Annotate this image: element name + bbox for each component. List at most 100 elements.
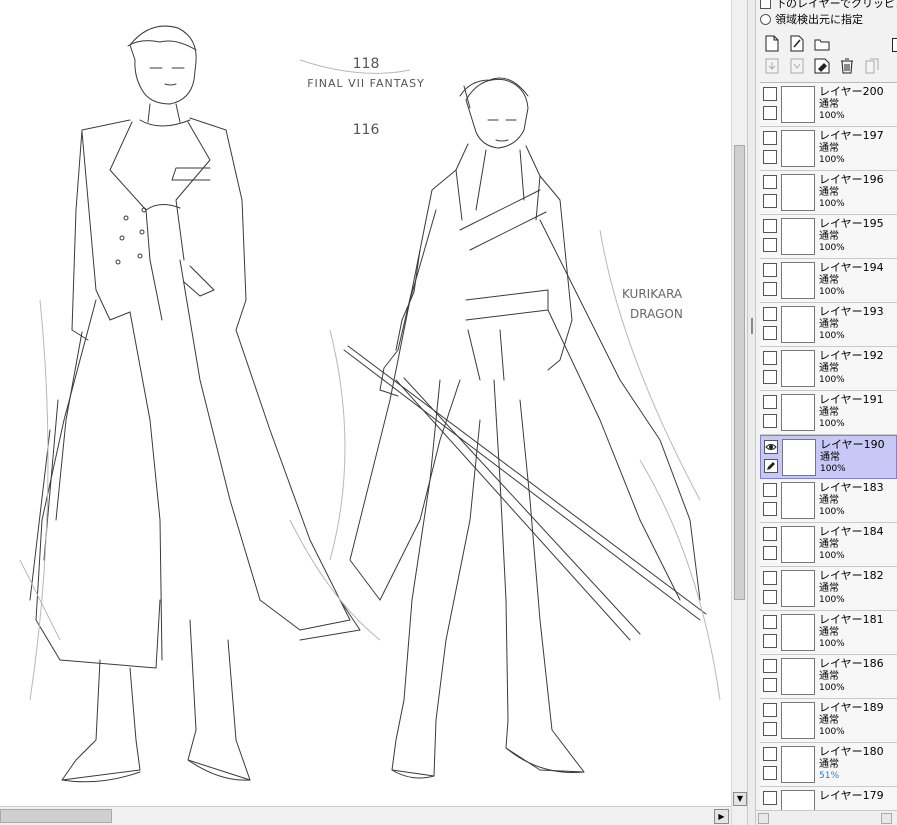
layer-thumbnail xyxy=(781,262,815,299)
layer-name: レイヤー179 xyxy=(819,789,884,802)
edit-toggle[interactable] xyxy=(763,634,777,648)
layer-name: レイヤー196 xyxy=(819,173,884,186)
visibility-toggle[interactable] xyxy=(763,131,777,145)
layer-blend-mode: 通常 xyxy=(819,99,839,110)
scroll-left-icon[interactable] xyxy=(758,813,769,824)
edit-toggle[interactable] xyxy=(763,678,777,692)
layer-row[interactable]: レイヤー189 通常 100% xyxy=(760,699,897,743)
visibility-toggle[interactable] xyxy=(763,483,777,497)
layer-row[interactable]: レイヤー194 通常 100% xyxy=(760,259,897,303)
canvas-vertical-scrollbar[interactable]: ▼ xyxy=(731,0,747,825)
edit-toggle[interactable] xyxy=(763,282,777,296)
visibility-toggle[interactable] xyxy=(763,791,777,805)
scroll-right-icon[interactable]: ▶ xyxy=(714,809,729,824)
layer-row[interactable]: レイヤー197 通常 100% xyxy=(760,127,897,171)
visibility-toggle[interactable] xyxy=(763,263,777,277)
layer-thumbnail xyxy=(781,658,815,695)
visibility-toggle[interactable] xyxy=(763,351,777,365)
edit-toggle[interactable] xyxy=(763,150,777,164)
visibility-toggle[interactable] xyxy=(763,615,777,629)
edit-toggle[interactable] xyxy=(763,370,777,384)
visibility-toggle[interactable] xyxy=(763,659,777,673)
edit-toggle[interactable] xyxy=(763,502,777,516)
vertical-scroll-thumb[interactable] xyxy=(734,145,745,600)
new-folder-icon[interactable] xyxy=(812,34,831,53)
clear-layer-icon[interactable] xyxy=(812,56,831,75)
layer-row[interactable]: レイヤー193 通常 100% xyxy=(760,303,897,347)
selection-source-radio[interactable] xyxy=(760,13,771,25)
canvas-horizontal-scrollbar[interactable]: ▶ xyxy=(0,806,731,825)
clip-lower-layer-option[interactable]: 下のレイヤーでクリッピング xyxy=(760,0,897,10)
layer-thumbnail xyxy=(781,130,815,167)
new-linework-layer-icon[interactable] xyxy=(787,34,806,53)
layer-name: レイヤー180 xyxy=(819,745,884,758)
visibility-toggle[interactable] xyxy=(763,747,777,761)
transfer-down-icon[interactable] xyxy=(762,56,781,75)
layer-thumbnail xyxy=(781,306,815,343)
visibility-toggle[interactable] xyxy=(763,87,777,101)
layer-row[interactable]: レイヤー184 通常 100% xyxy=(760,523,897,567)
edit-toggle[interactable] xyxy=(763,590,777,604)
layer-settings-icon[interactable] xyxy=(862,56,881,75)
visibility-toggle[interactable] xyxy=(763,703,777,717)
layer-blend-mode: 通常 xyxy=(819,671,839,682)
edit-toggle[interactable] xyxy=(763,194,777,208)
visibility-toggle[interactable] xyxy=(763,395,777,409)
layer-row[interactable]: レイヤー190 通常 100% xyxy=(760,435,897,479)
edit-toggle[interactable] xyxy=(763,546,777,560)
selection-source-option[interactable]: 領域検出元に指定 xyxy=(760,12,863,26)
new-layer-icon[interactable] xyxy=(762,34,781,53)
layer-blend-mode: 通常 xyxy=(819,495,839,506)
layer-opacity: 100% xyxy=(819,287,845,297)
layer-opacity: 100% xyxy=(819,595,845,605)
layer-opacity: 100% xyxy=(819,155,845,165)
layer-row[interactable]: レイヤー183 通常 100% xyxy=(760,479,897,523)
edit-toggle[interactable] xyxy=(763,326,777,340)
layer-panel-scrollbar[interactable] xyxy=(756,810,897,825)
layer-row[interactable]: レイヤー182 通常 100% xyxy=(760,567,897,611)
edit-toggle[interactable] xyxy=(763,766,777,780)
layer-name: レイヤー200 xyxy=(819,85,884,98)
pencil-icon[interactable] xyxy=(764,459,778,473)
eye-icon[interactable] xyxy=(764,440,778,454)
annotation-line-title: FINAL VII FANTASY xyxy=(307,77,425,90)
layer-opacity: 100% xyxy=(819,111,845,121)
panel-splitter[interactable] xyxy=(747,0,756,825)
layer-thumbnail xyxy=(781,570,815,607)
clip-lower-layer-checkbox[interactable] xyxy=(760,0,771,9)
visibility-toggle[interactable] xyxy=(763,527,777,541)
layer-blend-mode: 通常 xyxy=(819,231,839,242)
panel-edge-icon xyxy=(892,38,897,52)
edit-toggle[interactable] xyxy=(763,106,777,120)
clip-lower-layer-label: 下のレイヤーでクリッピング xyxy=(775,0,897,10)
layer-row[interactable]: レイヤー195 通常 100% xyxy=(760,215,897,259)
horizontal-scroll-thumb[interactable] xyxy=(0,809,112,823)
layer-row[interactable]: レイヤー179 xyxy=(760,787,897,812)
merge-down-icon[interactable] xyxy=(787,56,806,75)
visibility-toggle[interactable] xyxy=(763,175,777,189)
layer-panel: 下のレイヤーでクリッピング 領域検出元に指定 xyxy=(756,0,897,825)
visibility-toggle[interactable] xyxy=(763,571,777,585)
layer-opacity: 100% xyxy=(819,683,845,693)
delete-layer-icon[interactable] xyxy=(837,56,856,75)
layer-name: レイヤー197 xyxy=(819,129,884,142)
drawing-canvas[interactable]: 118 FINAL VII FANTASY 116 KURIKARA DRAGO… xyxy=(0,0,731,806)
layer-row[interactable]: レイヤー180 通常 51% xyxy=(760,743,897,787)
edit-toggle[interactable] xyxy=(763,414,777,428)
layer-row[interactable]: レイヤー192 通常 100% xyxy=(760,347,897,391)
layer-row[interactable]: レイヤー196 通常 100% xyxy=(760,171,897,215)
visibility-toggle[interactable] xyxy=(763,307,777,321)
layer-list[interactable]: レイヤー200 通常 100% レイヤー197 通常 100% レイヤー196 通常 100% レ… xyxy=(760,82,897,812)
visibility-toggle[interactable] xyxy=(763,219,777,233)
layer-opacity: 100% xyxy=(819,199,845,209)
layer-opacity: 100% xyxy=(819,331,845,341)
edit-toggle[interactable] xyxy=(763,238,777,252)
layer-row[interactable]: レイヤー181 通常 100% xyxy=(760,611,897,655)
layer-toolbar-top xyxy=(762,34,831,53)
scroll-right-icon[interactable] xyxy=(881,813,892,824)
scroll-down-icon[interactable]: ▼ xyxy=(733,792,747,806)
layer-row[interactable]: レイヤー186 通常 100% xyxy=(760,655,897,699)
edit-toggle[interactable] xyxy=(763,722,777,736)
layer-row[interactable]: レイヤー191 通常 100% xyxy=(760,391,897,435)
layer-row[interactable]: レイヤー200 通常 100% xyxy=(760,83,897,127)
